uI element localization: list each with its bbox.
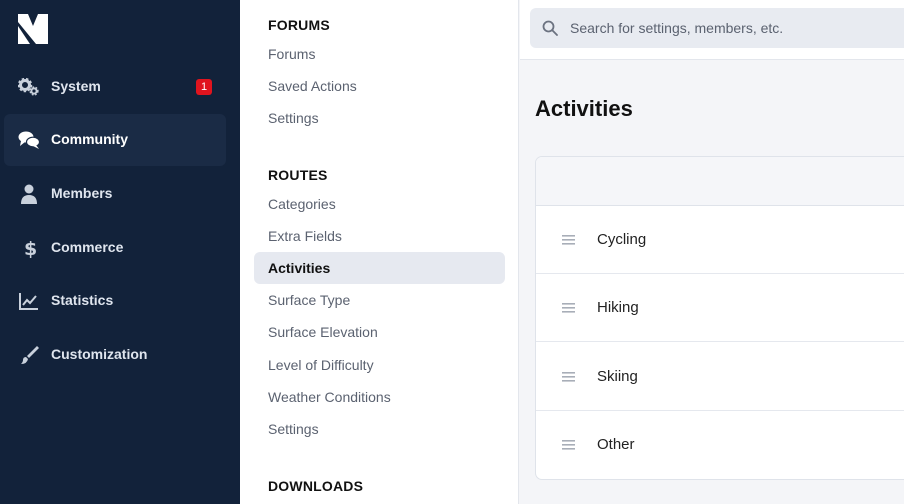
subnav-item-surface-type[interactable]: Surface Type [254, 284, 505, 316]
drag-handle-icon[interactable] [562, 235, 575, 245]
list-item[interactable]: Other [536, 411, 904, 479]
drag-handle-icon[interactable] [562, 440, 575, 450]
list-item-label: Other [597, 436, 635, 453]
subnav-item-activities[interactable]: Activities [254, 252, 505, 284]
nav-label: Customization [51, 346, 148, 362]
drag-handle-icon[interactable] [562, 303, 575, 313]
subnav-item-forum-settings[interactable]: Settings [254, 102, 505, 134]
subnav-item-forums[interactable]: Forums [254, 38, 505, 70]
nav-label: Community [51, 131, 128, 147]
activities-list: Cycling Hiking Skiing Other [535, 156, 904, 480]
line-chart-icon [19, 293, 38, 310]
nav-item-system[interactable]: System 1 [4, 61, 226, 113]
top-bar [520, 0, 904, 60]
notification-badge: 1 [196, 79, 212, 95]
svg-text:$: $ [24, 238, 37, 258]
section-heading-downloads: DOWNLOADS [268, 478, 364, 494]
subnav-item-weather-conditions[interactable]: Weather Conditions [254, 381, 505, 413]
sub-nav: FORUMS Forums Saved Actions Settings ROU… [240, 0, 519, 504]
nav-item-customization[interactable]: Customization [4, 329, 226, 381]
search-icon [542, 20, 558, 36]
list-item-label: Cycling [597, 231, 647, 248]
list-item-label: Hiking [597, 299, 639, 316]
list-item[interactable]: Skiing [536, 343, 904, 411]
nav-item-community[interactable]: Community [4, 114, 226, 166]
drag-handle-icon[interactable] [562, 372, 575, 382]
subnav-item-saved-actions[interactable]: Saved Actions [254, 70, 505, 102]
section-heading-routes: ROUTES [268, 167, 328, 183]
nav-item-members[interactable]: Members [4, 168, 226, 220]
page-title: Activities [535, 96, 633, 121]
main-nav: System 1 Community Members $ Commerce St… [0, 0, 240, 504]
list-item-label: Skiing [597, 368, 638, 385]
nav-label: Members [51, 185, 113, 201]
logo-icon[interactable] [16, 12, 50, 46]
nav-item-commerce[interactable]: $ Commerce [4, 222, 226, 274]
paintbrush-icon [21, 346, 39, 364]
subnav-item-route-settings[interactable]: Settings [254, 413, 505, 445]
search-input[interactable] [570, 18, 890, 38]
subnav-item-surface-elevation[interactable]: Surface Elevation [254, 316, 505, 348]
chat-bubbles-icon [18, 131, 40, 149]
nav-label: System [51, 78, 101, 94]
subnav-item-categories[interactable]: Categories [254, 188, 505, 220]
main-content: Activities Cycling Hiking Skiing Other [520, 0, 904, 504]
subnav-item-extra-fields[interactable]: Extra Fields [254, 220, 505, 252]
gears-icon [18, 77, 39, 96]
list-item[interactable]: Cycling [536, 206, 904, 274]
search-box[interactable] [530, 8, 904, 48]
nav-item-statistics[interactable]: Statistics [4, 275, 226, 327]
section-heading-forums: FORUMS [268, 17, 330, 33]
list-item[interactable]: Hiking [536, 274, 904, 342]
subnav-item-level-of-difficulty[interactable]: Level of Difficulty [254, 349, 505, 381]
dollar-icon: $ [24, 238, 37, 258]
user-icon [21, 184, 37, 204]
list-header [536, 157, 904, 206]
nav-label: Commerce [51, 239, 124, 255]
nav-label: Statistics [51, 292, 114, 308]
